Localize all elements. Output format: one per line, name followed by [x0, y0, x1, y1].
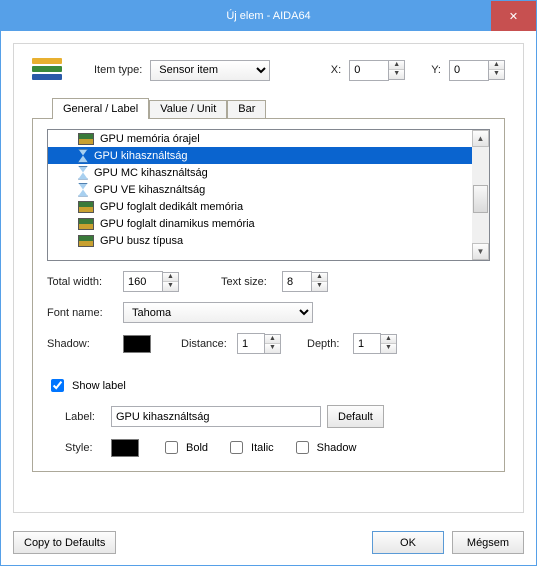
depth-spinner[interactable]: ▲▼ [381, 334, 397, 354]
cancel-button[interactable]: Mégsem [452, 531, 524, 554]
label-input[interactable] [111, 406, 321, 427]
tab-general[interactable]: General / Label [52, 98, 149, 119]
scroll-down-icon[interactable]: ▼ [472, 243, 489, 260]
tab-bar[interactable]: Bar [227, 100, 266, 119]
ok-button[interactable]: OK [372, 531, 444, 554]
chip-icon [78, 218, 94, 230]
x-input[interactable] [349, 60, 389, 81]
shadow-color-swatch[interactable] [123, 335, 151, 353]
list-item: GPU busz típusa [48, 232, 472, 249]
scroll-up-icon[interactable]: ▲ [472, 130, 489, 147]
list-item: GPU foglalt dedikált memória [48, 198, 472, 215]
italic-checkbox[interactable]: Italic [226, 438, 274, 457]
hourglass-icon [78, 166, 88, 180]
distance-label: Distance: [181, 338, 231, 350]
item-type-select[interactable]: Sensor item [150, 60, 270, 81]
font-name-label: Font name: [47, 307, 117, 319]
hourglass-icon [78, 149, 88, 163]
shadow-checkbox[interactable]: Shadow [292, 438, 357, 457]
text-size-input[interactable] [282, 271, 312, 292]
style-label: Style: [65, 442, 105, 454]
list-item: GPU MC kihasználtság [48, 164, 472, 181]
shadow-label: Shadow: [47, 338, 117, 350]
list-item: GPU foglalt dinamikus memória [48, 215, 472, 232]
total-width-spinner[interactable]: ▲▼ [163, 272, 179, 292]
app-logo-icon [32, 58, 62, 82]
sensor-list[interactable]: GPU memória órajel GPU kihasználtság GPU… [47, 129, 490, 261]
label-label: Label: [65, 411, 105, 423]
y-input[interactable] [449, 60, 489, 81]
title-bar: Új elem - AIDA64 ✕ [1, 1, 536, 31]
total-width-label: Total width: [47, 276, 117, 288]
chip-icon [78, 201, 94, 213]
copy-defaults-button[interactable]: Copy to Defaults [13, 531, 116, 554]
depth-input[interactable] [353, 333, 381, 354]
item-type-label: Item type: [94, 64, 142, 76]
font-name-select[interactable]: Tahoma [123, 302, 313, 323]
y-label: Y: [431, 64, 441, 76]
list-scrollbar[interactable]: ▲ ▼ [472, 130, 489, 260]
text-size-spinner[interactable]: ▲▼ [312, 272, 328, 292]
chip-icon [78, 235, 94, 247]
text-size-label: Text size: [221, 276, 276, 288]
total-width-input[interactable] [123, 271, 163, 292]
x-label: X: [331, 64, 341, 76]
bold-checkbox[interactable]: Bold [161, 438, 208, 457]
distance-spinner[interactable]: ▲▼ [265, 334, 281, 354]
close-button[interactable]: ✕ [491, 1, 536, 31]
depth-label: Depth: [307, 338, 347, 350]
default-button[interactable]: Default [327, 405, 384, 428]
hourglass-icon [78, 183, 88, 197]
show-label-checkbox[interactable]: Show label [47, 376, 126, 395]
tab-value[interactable]: Value / Unit [149, 100, 227, 119]
window-title: Új elem - AIDA64 [226, 10, 310, 22]
x-spinner[interactable]: ▲▼ [389, 60, 405, 80]
y-spinner[interactable]: ▲▼ [489, 60, 505, 80]
distance-input[interactable] [237, 333, 265, 354]
list-item: GPU kihasználtság [48, 147, 472, 164]
scroll-thumb[interactable] [473, 185, 488, 213]
close-icon: ✕ [509, 10, 518, 23]
list-item: GPU memória órajel [48, 130, 472, 147]
chip-icon [78, 133, 94, 145]
style-color-swatch[interactable] [111, 439, 139, 457]
list-item: GPU VE kihasználtság [48, 181, 472, 198]
